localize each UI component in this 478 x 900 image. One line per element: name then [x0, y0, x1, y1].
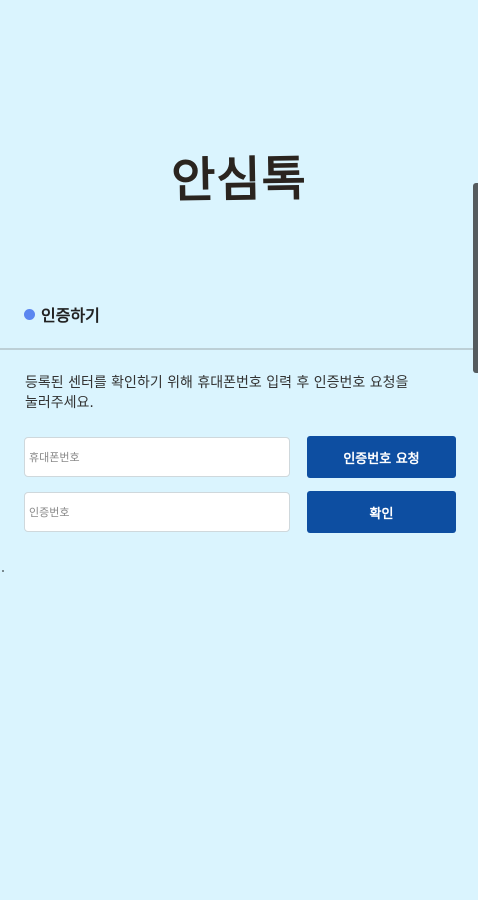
stray-dot [2, 570, 4, 572]
phone-number-input[interactable] [24, 437, 290, 477]
section-header: 인증하기 [24, 302, 100, 326]
bullet-dot-icon [24, 308, 35, 320]
scrollbar[interactable] [473, 183, 478, 373]
confirm-button[interactable]: 확인 [307, 491, 456, 533]
divider [0, 348, 478, 350]
section-label: 인증하기 [41, 306, 100, 325]
verification-code-input[interactable] [24, 492, 290, 532]
request-code-button[interactable]: 인증번호 요청 [307, 436, 456, 478]
instruction-text: 등록된 센터를 확인하기 위해 휴대폰번호 입력 후 인증번호 요청을 눌러주세… [25, 375, 409, 411]
app-title: 안심톡 [170, 150, 308, 210]
